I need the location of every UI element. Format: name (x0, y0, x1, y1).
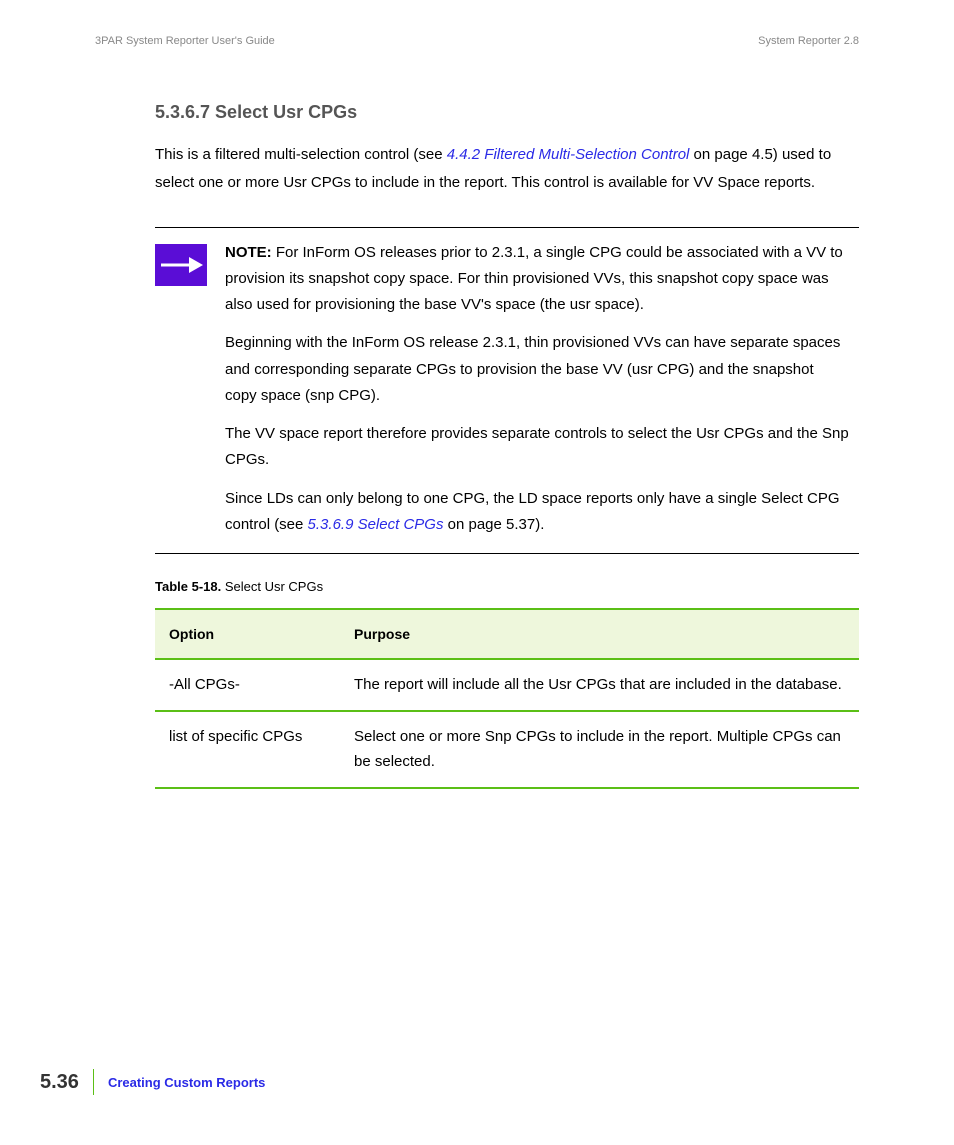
note-box: NOTE: For InForm OS releases prior to 2.… (155, 227, 859, 555)
note-p3: The VV space report therefore provides s… (225, 421, 849, 474)
note-text: NOTE: For InForm OS releases prior to 2.… (225, 240, 859, 539)
section-heading: 5.3.6.7 Select Usr CPGs (155, 102, 859, 123)
intro-paragraph: This is a filtered multi-selection contr… (155, 141, 859, 197)
table-row: list of specific CPGs Select one or more… (155, 711, 859, 788)
table-cell-purpose: The report will include all the Usr CPGs… (340, 659, 859, 711)
note-p4-link[interactable]: 5.3.6.9 Select CPGs (308, 516, 444, 533)
note-label: NOTE: (225, 244, 272, 261)
note-p4: Since LDs can only belong to one CPG, th… (225, 486, 849, 539)
table-cell-purpose: Select one or more Snp CPGs to include i… (340, 711, 859, 788)
table-header-purpose: Purpose (340, 609, 859, 659)
footer-divider (93, 1069, 94, 1095)
table-caption: Table 5-18. Select Usr CPGs (155, 579, 859, 594)
header-right: System Reporter 2.8 (758, 35, 859, 47)
note-p2: Beginning with the InForm OS release 2.3… (225, 330, 849, 409)
note-p1: NOTE: For InForm OS releases prior to 2.… (225, 240, 849, 319)
table-header-option: Option (155, 609, 340, 659)
note-p1-rest: For InForm OS releases prior to 2.3.1, a… (225, 244, 843, 314)
table-cell-option: -All CPGs- (155, 659, 340, 711)
table-header-row: Option Purpose (155, 609, 859, 659)
header-left: 3PAR System Reporter User's Guide (95, 35, 275, 47)
options-table: Option Purpose -All CPGs- The report wil… (155, 608, 859, 789)
arrow-right-icon (155, 244, 207, 286)
footer-title: Creating Custom Reports (108, 1075, 265, 1090)
page-header: 3PAR System Reporter User's Guide System… (95, 35, 859, 47)
table-cell-option: list of specific CPGs (155, 711, 340, 788)
intro-link[interactable]: 4.4.2 Filtered Multi-Selection Control (447, 146, 690, 163)
page-footer: 5.36 Creating Custom Reports (40, 1069, 265, 1095)
table-row: -All CPGs- The report will include all t… (155, 659, 859, 711)
footer-page-number: 5.36 (40, 1071, 93, 1094)
note-p4-post: on page 5.37). (443, 516, 544, 533)
table-caption-rest: Select Usr CPGs (221, 579, 323, 594)
table-caption-bold: Table 5-18. (155, 579, 221, 594)
intro-pre: This is a filtered multi-selection contr… (155, 146, 447, 163)
